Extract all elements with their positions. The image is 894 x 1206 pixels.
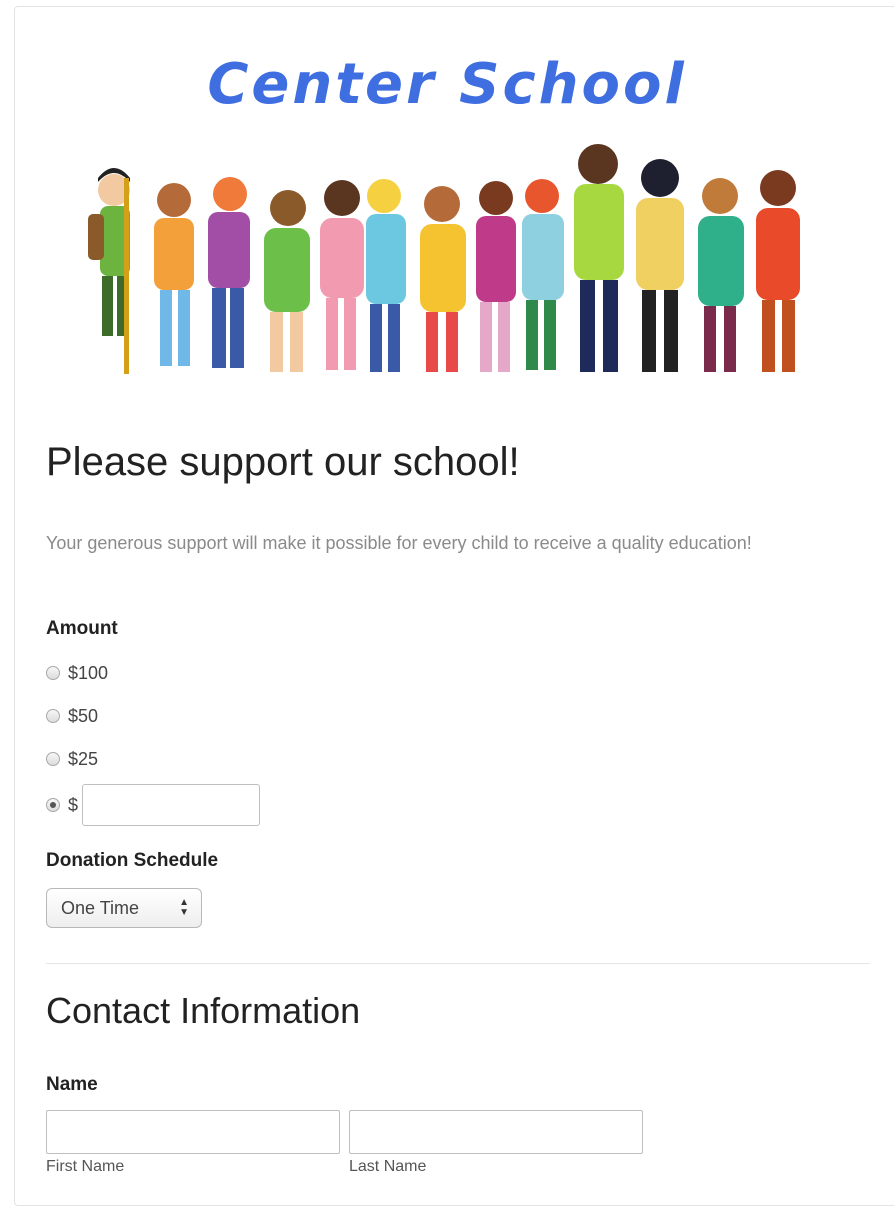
school-banner: Center School	[0, 0, 894, 400]
custom-amount-input[interactable]	[82, 784, 261, 826]
amount-option-25[interactable]: $25	[46, 746, 98, 772]
radio-button[interactable]	[46, 709, 60, 723]
first-name-input[interactable]	[46, 1110, 340, 1154]
child-figures	[88, 144, 800, 374]
last-name-sublabel: Last Name	[349, 1158, 427, 1175]
amount-label: Amount	[46, 618, 118, 639]
amount-option-label: $100	[68, 662, 109, 683]
radio-button[interactable]	[46, 666, 60, 680]
amount-option-label: $25	[68, 748, 99, 769]
section-divider	[46, 963, 870, 964]
amount-option-50[interactable]: $50	[46, 703, 98, 729]
contact-section-title: Contact Information	[46, 990, 361, 1031]
first-name-sublabel: First Name	[46, 1158, 125, 1175]
amount-option-label: $50	[68, 705, 99, 726]
school-logo-text: Center School	[207, 52, 687, 117]
donation-schedule-select[interactable]: One Time ▲ ▼	[46, 888, 202, 928]
amount-option-100[interactable]: $100	[46, 660, 108, 686]
donation-schedule-label: Donation Schedule	[46, 850, 219, 871]
amount-option-label: $	[68, 794, 79, 815]
intro-text: Your generous support will make it possi…	[46, 533, 752, 553]
name-label: Name	[46, 1074, 98, 1095]
page-title: Please support our school!	[46, 440, 520, 484]
select-arrows-icon: ▲ ▼	[179, 897, 189, 918]
amount-option-custom[interactable]: $	[46, 784, 261, 826]
donation-schedule-value: One Time	[61, 897, 140, 918]
children-illustration	[88, 144, 800, 374]
radio-button[interactable]	[46, 752, 60, 766]
radio-button-selected[interactable]	[46, 798, 60, 812]
last-name-input[interactable]	[349, 1110, 643, 1154]
